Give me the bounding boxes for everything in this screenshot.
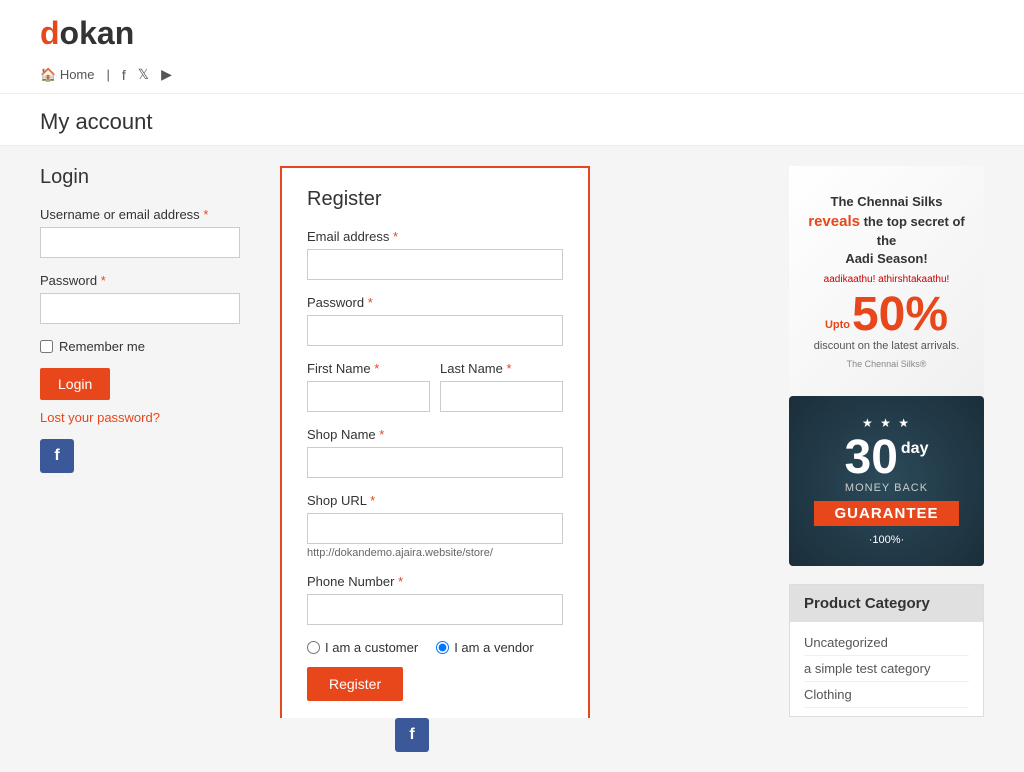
site-nav: 🏠 Home | f 𝕏 ▶ — [40, 60, 984, 93]
nav-twitter[interactable]: 𝕏 — [138, 66, 149, 83]
guarantee-money-back: MONEY BACK — [845, 482, 928, 494]
site-logo: dokan — [40, 15, 984, 52]
ad-line5: Aadi Season! — [845, 251, 927, 266]
user-type-group: I am a customer I am a vendor — [307, 640, 563, 655]
ad-percent: 50% — [852, 291, 948, 339]
reg-password-field-group: Password * — [307, 295, 563, 346]
phone-input[interactable] — [307, 594, 563, 625]
username-field-group: Username or email address * — [40, 207, 240, 258]
reg-password-input[interactable] — [307, 315, 563, 346]
product-category-box: Product Category Uncategorized a simple … — [789, 584, 984, 717]
username-input[interactable] — [40, 227, 240, 258]
shop-name-input[interactable] — [307, 447, 563, 478]
shop-name-group: Shop Name * — [307, 427, 563, 478]
home-icon: 🏠 — [40, 67, 56, 82]
register-section: Register Email address * Password * — [280, 166, 590, 728]
ad-subtitle: discount on the latest arrivals. — [814, 339, 960, 353]
logo-rest: okan — [60, 15, 135, 51]
password-required: * — [101, 273, 106, 288]
username-label: Username or email address * — [40, 207, 240, 222]
customer-radio-label[interactable]: I am a customer — [307, 640, 418, 655]
login-button[interactable]: Login — [40, 368, 110, 400]
guarantee-hundred: ·100%· — [869, 534, 904, 546]
category-simple-test[interactable]: a simple test category — [804, 656, 969, 682]
shop-name-label: Shop Name * — [307, 427, 563, 442]
password-label: Password * — [40, 273, 240, 288]
guarantee-days: 30 — [845, 434, 898, 482]
ad-line3: the top secret — [864, 214, 949, 229]
ad-small-text: aadikaathu! athirshtakaathu! — [824, 274, 950, 285]
first-name-input[interactable] — [307, 381, 430, 412]
twitter-nav-icon: 𝕏 — [138, 66, 149, 82]
first-name-label: First Name * — [307, 361, 430, 376]
shop-url-label: Shop URL * — [307, 493, 563, 508]
shop-url-hint: http://dokandemo.ajaira.website/store/ — [307, 547, 563, 559]
logo-d: d — [40, 15, 60, 51]
facebook-nav-icon: f — [122, 67, 126, 83]
ad-upto: Upto — [825, 319, 850, 331]
category-uncategorized[interactable]: Uncategorized — [804, 630, 969, 656]
register-heading: Register — [307, 188, 563, 211]
remember-me-label: Remember me — [59, 339, 145, 354]
right-sidebar: The Chennai Silks reveals the top secret… — [789, 166, 984, 728]
first-name-group: First Name * — [307, 361, 430, 412]
register-facebook-button[interactable]: f — [395, 718, 429, 752]
nav-facebook[interactable]: f — [122, 67, 126, 83]
nav-divider: | — [107, 67, 110, 82]
page-title-bar: My account — [0, 94, 1024, 146]
vendor-radio-label[interactable]: I am a vendor — [436, 640, 534, 655]
lost-password-link[interactable]: Lost your password? — [40, 410, 240, 425]
product-category-list: Uncategorized a simple test category Clo… — [790, 622, 983, 716]
login-heading: Login — [40, 166, 240, 189]
phone-label: Phone Number * — [307, 574, 563, 589]
password-field-group: Password * — [40, 273, 240, 324]
ad-banner: The Chennai Silks reveals the top secret… — [789, 166, 984, 396]
phone-group: Phone Number * — [307, 574, 563, 625]
facebook-register-icon: f — [409, 726, 414, 744]
customer-radio[interactable] — [307, 641, 320, 654]
nav-youtube[interactable]: ▶ — [161, 66, 172, 83]
guarantee-day-label: day — [901, 440, 929, 458]
last-name-group: Last Name * — [440, 361, 563, 412]
vendor-radio[interactable] — [436, 641, 449, 654]
facebook-login-icon: f — [54, 447, 59, 465]
nav-home[interactable]: 🏠 Home — [40, 67, 95, 83]
email-label: Email address * — [307, 229, 563, 244]
remember-me-group: Remember me — [40, 339, 240, 354]
name-row: First Name * Last Name * — [307, 361, 563, 427]
last-name-input[interactable] — [440, 381, 563, 412]
product-category-title: Product Category — [790, 585, 983, 622]
category-clothing[interactable]: Clothing — [804, 682, 969, 708]
login-facebook-button[interactable]: f — [40, 439, 74, 473]
shop-url-group: Shop URL * http://dokandemo.ajaira.websi… — [307, 493, 563, 559]
shop-url-input[interactable] — [307, 513, 563, 544]
ad-line1: The Chennai Silks — [831, 194, 943, 209]
site-header: dokan 🏠 Home | f 𝕏 ▶ — [0, 0, 1024, 94]
email-field-group: Email address * — [307, 229, 563, 280]
reg-password-label: Password * — [307, 295, 563, 310]
content-wrapper: Login Username or email address * Passwo… — [40, 166, 759, 728]
guarantee-ribbon: GUARANTEE — [814, 501, 958, 526]
username-required: * — [203, 207, 208, 222]
guarantee-stars: ★ ★ ★ — [862, 416, 911, 430]
password-input[interactable] — [40, 293, 240, 324]
page-title: My account — [40, 109, 984, 135]
last-name-label: Last Name * — [440, 361, 563, 376]
ad-footer: The Chennai Silks® — [847, 359, 927, 369]
login-section: Login Username or email address * Passwo… — [40, 166, 240, 728]
email-input[interactable] — [307, 249, 563, 280]
guarantee-box: ★ ★ ★ 30 day MONEY BACK GUARANTEE ·100%· — [789, 396, 984, 566]
main-container: Login Username or email address * Passwo… — [0, 146, 1024, 748]
register-button[interactable]: Register — [307, 667, 403, 701]
remember-me-checkbox[interactable] — [40, 340, 53, 353]
ad-line2: reveals — [808, 213, 860, 230]
youtube-nav-icon: ▶ — [161, 66, 172, 82]
register-fb-section: f — [0, 718, 1024, 772]
